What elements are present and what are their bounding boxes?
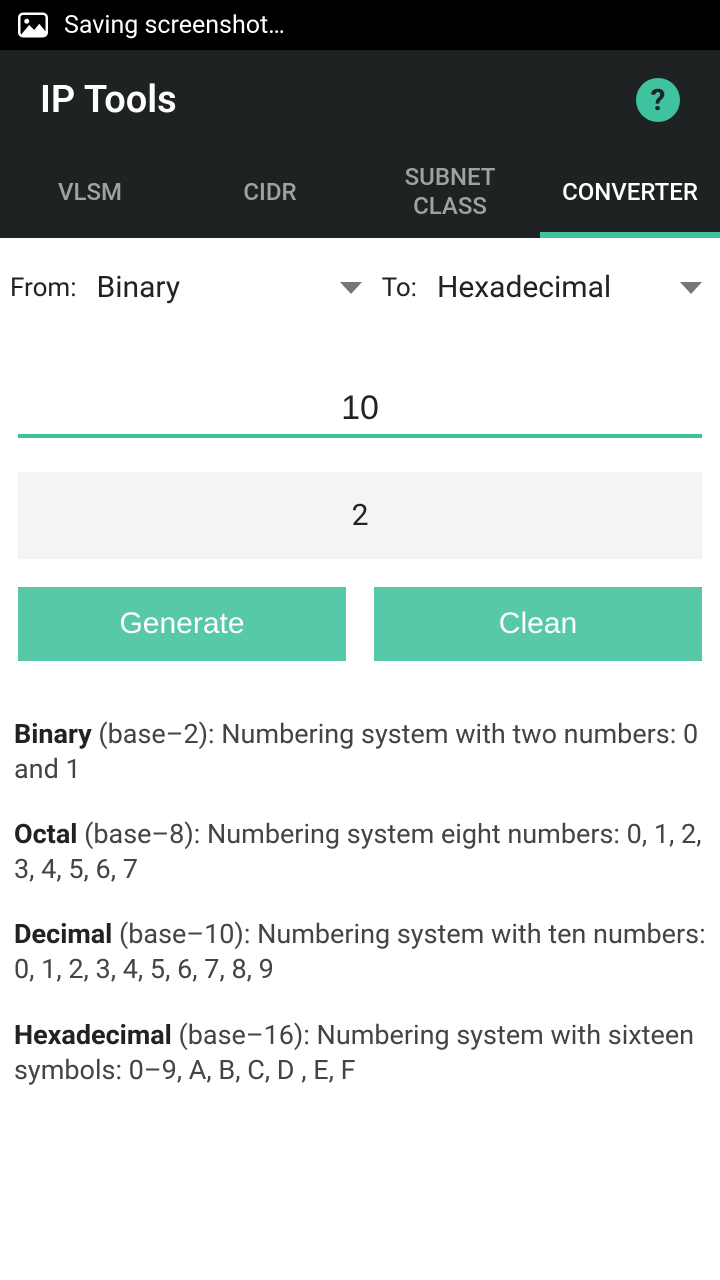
from-label: From: — [10, 273, 77, 303]
help-button[interactable]: ? — [636, 78, 680, 122]
chevron-down-icon — [680, 282, 702, 294]
conversion-selectors: From: Binary To: Hexadecimal — [10, 266, 710, 309]
tab-cidr[interactable]: CIDR — [180, 152, 360, 238]
app-title: IP Tools — [40, 78, 177, 122]
info-decimal: Decimal (base–10): Numbering system with… — [14, 917, 706, 987]
info-section: Binary (base–2): Numbering system with t… — [14, 717, 706, 1088]
from-dropdown[interactable]: Binary — [89, 266, 370, 309]
to-value: Hexadecimal — [437, 270, 611, 305]
output-display: 2 — [18, 472, 702, 559]
chevron-down-icon — [340, 282, 362, 294]
generate-button[interactable]: Generate — [18, 587, 346, 661]
status-text: Saving screenshot… — [64, 11, 285, 40]
from-value: Binary — [97, 270, 181, 305]
tab-vlsm[interactable]: VLSM — [0, 152, 180, 238]
tab-converter[interactable]: CONVERTER — [540, 152, 720, 238]
tab-subnet-class[interactable]: SUBNET CLASS — [360, 152, 540, 238]
info-octal: Octal (base–8): Numbering system eight n… — [14, 817, 706, 887]
status-bar: Saving screenshot… — [0, 0, 720, 50]
to-dropdown[interactable]: Hexadecimal — [429, 266, 710, 309]
clean-button[interactable]: Clean — [374, 587, 702, 661]
tab-bar: VLSM CIDR SUBNET CLASS CONVERTER — [0, 152, 720, 238]
to-label: To: — [382, 273, 417, 303]
info-hexadecimal: Hexadecimal (base–16): Numbering system … — [14, 1018, 706, 1088]
app-header: IP Tools ? VLSM CIDR SUBNET CLASS CONVER… — [0, 50, 720, 238]
info-binary: Binary (base–2): Numbering system with t… — [14, 717, 706, 787]
image-icon — [18, 12, 48, 38]
input-field[interactable] — [18, 379, 702, 438]
main-content: From: Binary To: Hexadecimal 2 Generate … — [0, 238, 720, 1088]
